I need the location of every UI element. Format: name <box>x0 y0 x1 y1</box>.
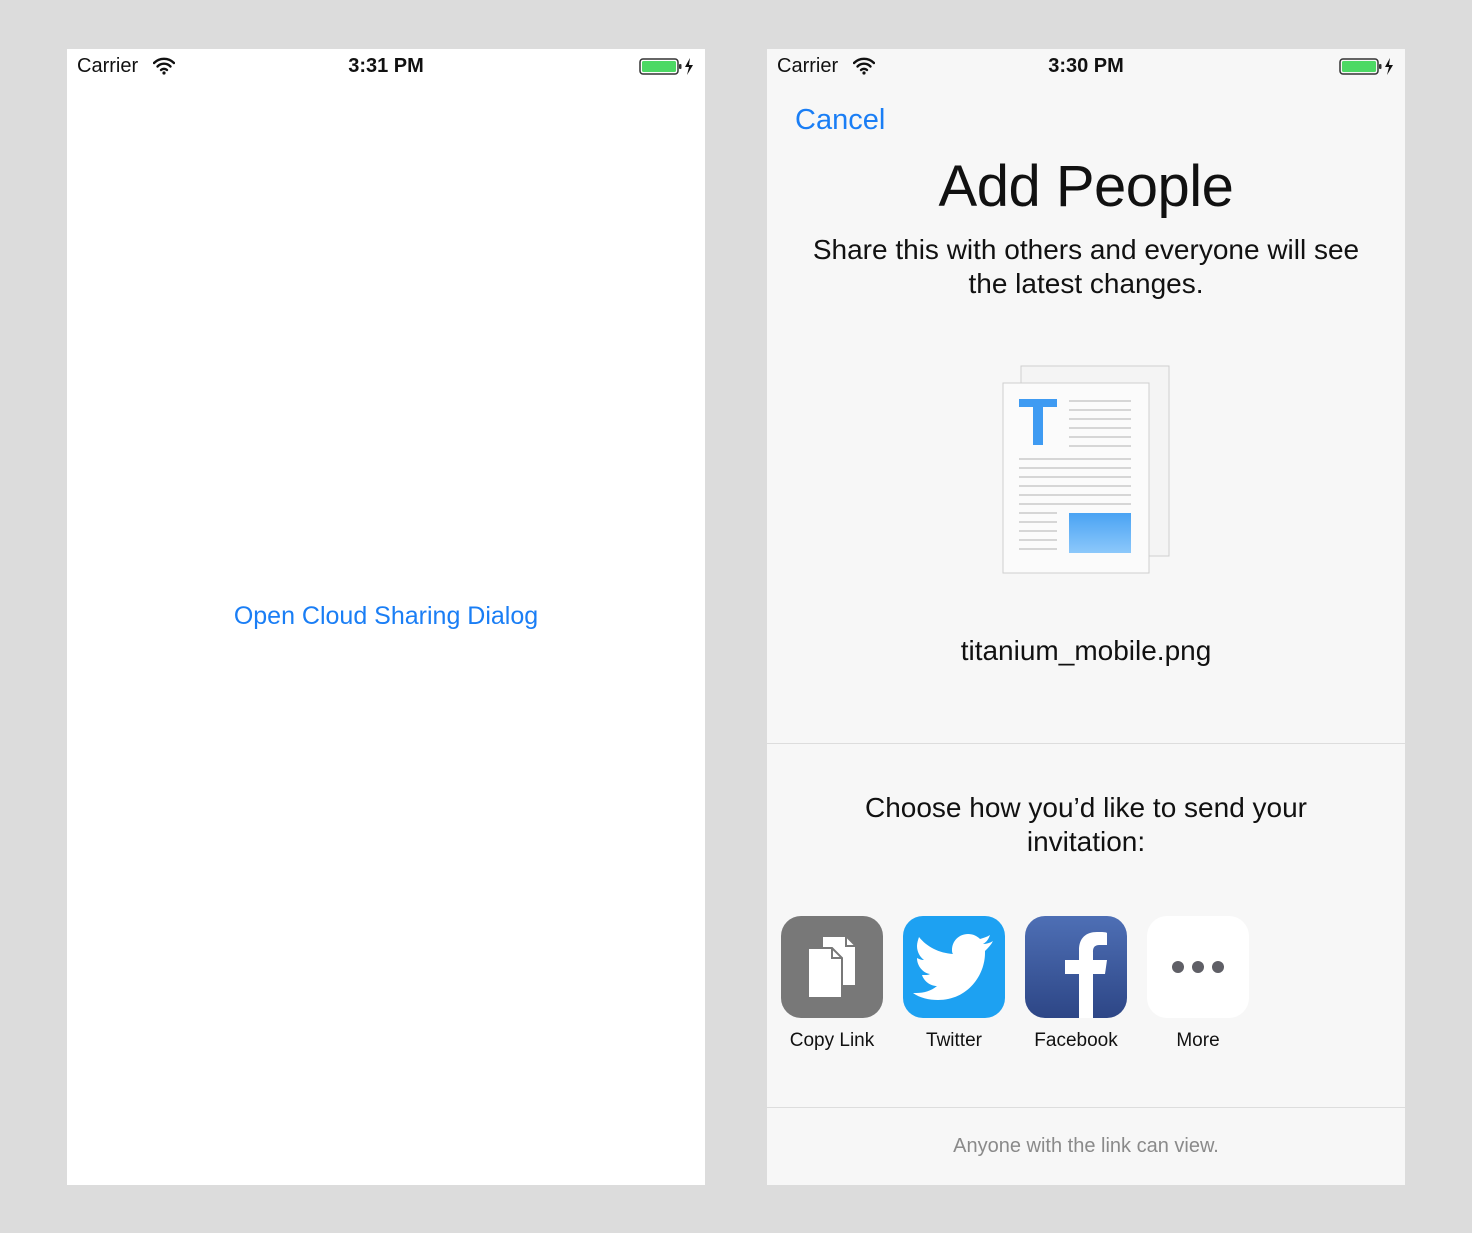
page-title: Add People <box>938 154 1234 219</box>
text-document-icon <box>999 363 1175 584</box>
battery-icon <box>1339 58 1397 81</box>
permission-footer: Anyone with the link can view. <box>953 1135 1219 1157</box>
battery-icon <box>639 58 697 81</box>
share-label: More <box>1176 1030 1220 1051</box>
more-icon <box>1147 916 1249 1018</box>
status-bar: Carrier 3:30 PM <box>767 49 1405 87</box>
cancel-button[interactable]: Cancel <box>795 104 885 137</box>
file-name: titanium_mobile.png <box>960 635 1212 666</box>
more-share-button[interactable]: More <box>1137 916 1259 1052</box>
facebook-icon <box>1025 916 1127 1018</box>
share-label: Facebook <box>1034 1030 1118 1051</box>
choose-invitation-text: Choose how you’d like to send your invit… <box>864 792 1308 857</box>
phone-screen-right: Carrier 3:30 PM Cancel Add People Share … <box>767 49 1405 1185</box>
phone-screen-left: Carrier 3:31 PM Open Cloud Sharing Dialo… <box>67 49 705 1185</box>
divider <box>767 743 1405 744</box>
facebook-share-button[interactable]: Facebook <box>1015 916 1137 1052</box>
divider <box>767 1107 1405 1108</box>
status-bar: Carrier 3:31 PM <box>67 49 705 87</box>
share-label: Copy Link <box>789 1030 875 1051</box>
copy-link-icon <box>781 916 883 1018</box>
status-time: 3:30 PM <box>1048 55 1124 77</box>
subtitle-text: Share this with others and everyone will… <box>812 234 1360 299</box>
open-cloud-sharing-button[interactable]: Open Cloud Sharing Dialog <box>67 602 705 631</box>
share-label: Twitter <box>926 1030 982 1051</box>
twitter-share-button[interactable]: Twitter <box>893 916 1015 1052</box>
status-time: 3:31 PM <box>348 55 424 77</box>
twitter-icon <box>903 916 1005 1018</box>
copy-link-button[interactable]: Copy Link <box>771 916 893 1052</box>
